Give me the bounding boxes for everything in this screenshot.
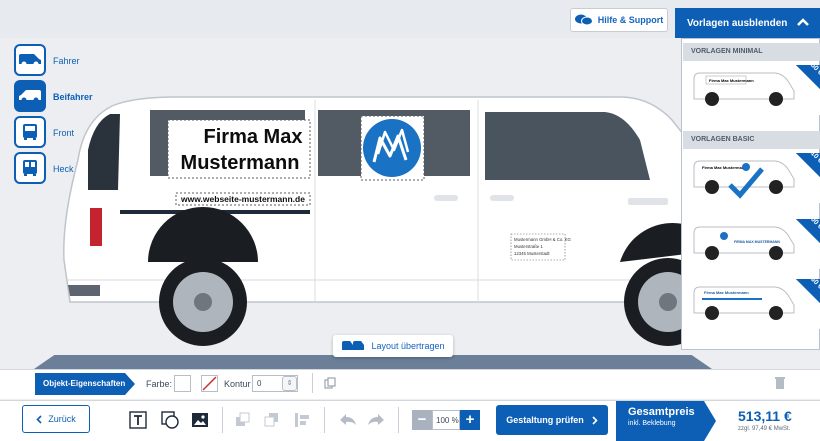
back-label: Zurück	[48, 414, 76, 424]
outline-width-stepper[interactable]: ⇕	[282, 376, 297, 391]
help-support-button[interactable]: Hilfe & Support	[570, 8, 668, 32]
company-name-line1[interactable]: Firma Max	[204, 126, 303, 148]
view-button-fahrer[interactable]	[14, 44, 46, 76]
divider	[222, 407, 223, 433]
no-color-slash-icon	[202, 376, 217, 391]
fill-color-swatch[interactable]	[174, 375, 191, 392]
view-button-beifahrer[interactable]	[14, 80, 46, 112]
vat-note: zzgl. 97,49 € MwSt.	[738, 426, 791, 432]
trash-icon	[775, 377, 785, 389]
template-van-thumbnail: Firma Max Mustermann	[693, 160, 795, 199]
redo-button[interactable]	[366, 410, 386, 430]
tail-light	[90, 208, 102, 246]
back-button[interactable]: Zurück	[22, 405, 90, 433]
chevron-left-icon	[36, 414, 42, 424]
total-subtitle: inkl. Beklebung	[628, 420, 676, 427]
help-support-label: Hilfe & Support	[597, 15, 664, 25]
view-button-front[interactable]	[14, 116, 46, 148]
address-line2[interactable]: Musterstraße 1	[514, 244, 544, 249]
template-card-selected[interactable]: Firma Max Mustermann 510 €	[688, 153, 820, 203]
van-side-icon	[19, 54, 41, 67]
template-card[interactable]: Firma Max Mustermann 250 €	[688, 65, 820, 115]
duplicate-button[interactable]	[320, 373, 340, 393]
templates-panel: VORLAGEN MINIMAL Firma Max Mustermann 25…	[681, 38, 820, 350]
template-van-thumbnail: Firma Max Mustermann	[693, 72, 795, 106]
total-title: Gesamtpreis	[628, 406, 695, 418]
layer-forward-icon	[236, 412, 250, 426]
view-button-heck[interactable]	[14, 152, 46, 184]
color-label: Farbe:	[146, 379, 173, 389]
total-price-value: 513,11 €	[738, 408, 792, 424]
add-image-button[interactable]	[190, 410, 210, 430]
view-label-fahrer: Fahrer	[53, 56, 80, 66]
website-text[interactable]: www.webseite-mustermann.de	[180, 194, 305, 204]
align-button[interactable]	[292, 410, 312, 430]
outline-label: Kontur	[224, 379, 251, 389]
shape-tool-icon	[161, 411, 179, 429]
object-properties-label: Objekt-Eigenschaften	[35, 373, 135, 395]
outline-color-swatch[interactable]	[201, 375, 218, 392]
undo-button[interactable]	[338, 410, 358, 430]
section-title-minimal: VORLAGEN MINIMAL	[683, 43, 820, 61]
layout-transfer-button[interactable]: Layout übertragen	[333, 335, 453, 357]
front-door-window	[485, 112, 650, 180]
zoom-out-button[interactable]: −	[412, 410, 432, 430]
bring-forward-button[interactable]	[233, 410, 253, 430]
text-tool-icon	[129, 411, 147, 429]
send-backward-button[interactable]	[262, 410, 282, 430]
template-van-thumbnail: FIRMA MAX MUSTERMANN	[693, 226, 795, 260]
van-copy-icon	[342, 341, 365, 350]
divider	[398, 407, 399, 433]
add-shape-button[interactable]	[160, 410, 180, 430]
door-handle	[490, 195, 514, 201]
zoom-in-button[interactable]: +	[460, 410, 480, 430]
template-card[interactable]: FIRMA MAX MUSTERMANN 500 €	[688, 219, 820, 269]
van-rear-icon	[23, 160, 37, 176]
undo-arrow-icon	[340, 414, 356, 425]
chevron-right-icon	[592, 415, 598, 425]
template-text: Firma Max Mustermann	[702, 165, 747, 170]
template-card[interactable]: Firma Max Mustermann 460 €	[688, 279, 820, 329]
redo-arrow-icon	[368, 414, 384, 425]
company-name-line2[interactable]: Mustermann	[181, 152, 300, 174]
total-price-label: Gesamtpreis inkl. Beklebung	[616, 401, 716, 441]
add-text-button[interactable]	[128, 410, 148, 430]
address-line1[interactable]: Mustermann GmbH & Co. KG	[514, 237, 571, 242]
van-side-icon	[19, 90, 41, 103]
section-title-basic: VORLAGEN BASIC	[683, 131, 820, 149]
image-icon	[192, 413, 208, 427]
chevron-up-icon	[797, 18, 809, 26]
template-text: FIRMA MAX MUSTERMANN	[734, 240, 780, 244]
van-design-canvas[interactable]: Firma Max Mustermann www.webseite-muster…	[60, 80, 720, 362]
layout-transfer-label: Layout übertragen	[371, 341, 445, 351]
check-design-label: Gestaltung prüfen	[506, 415, 584, 425]
divider	[324, 407, 325, 433]
template-text: Firma Max Mustermann	[704, 290, 749, 295]
address-line3[interactable]: 12345 Musterstadt	[514, 251, 550, 256]
door-handle	[434, 195, 458, 201]
chat-bubbles-icon	[574, 14, 593, 26]
copy-icon	[324, 377, 336, 389]
check-design-button[interactable]: Gestaltung prüfen	[496, 405, 608, 435]
template-van-thumbnail: Firma Max Mustermann	[693, 286, 795, 320]
zoom-level-input[interactable]: 100 %	[432, 410, 460, 430]
align-icon	[295, 413, 309, 427]
divider	[312, 373, 313, 393]
delete-button[interactable]	[770, 373, 790, 393]
template-text: Firma Max Mustermann	[709, 78, 754, 83]
van-front-icon	[23, 124, 37, 140]
toggle-templates-label: Vorlagen ausblenden	[687, 17, 788, 29]
toggle-templates-button[interactable]: Vorlagen ausblenden	[675, 8, 820, 38]
layer-backward-icon	[264, 413, 278, 427]
